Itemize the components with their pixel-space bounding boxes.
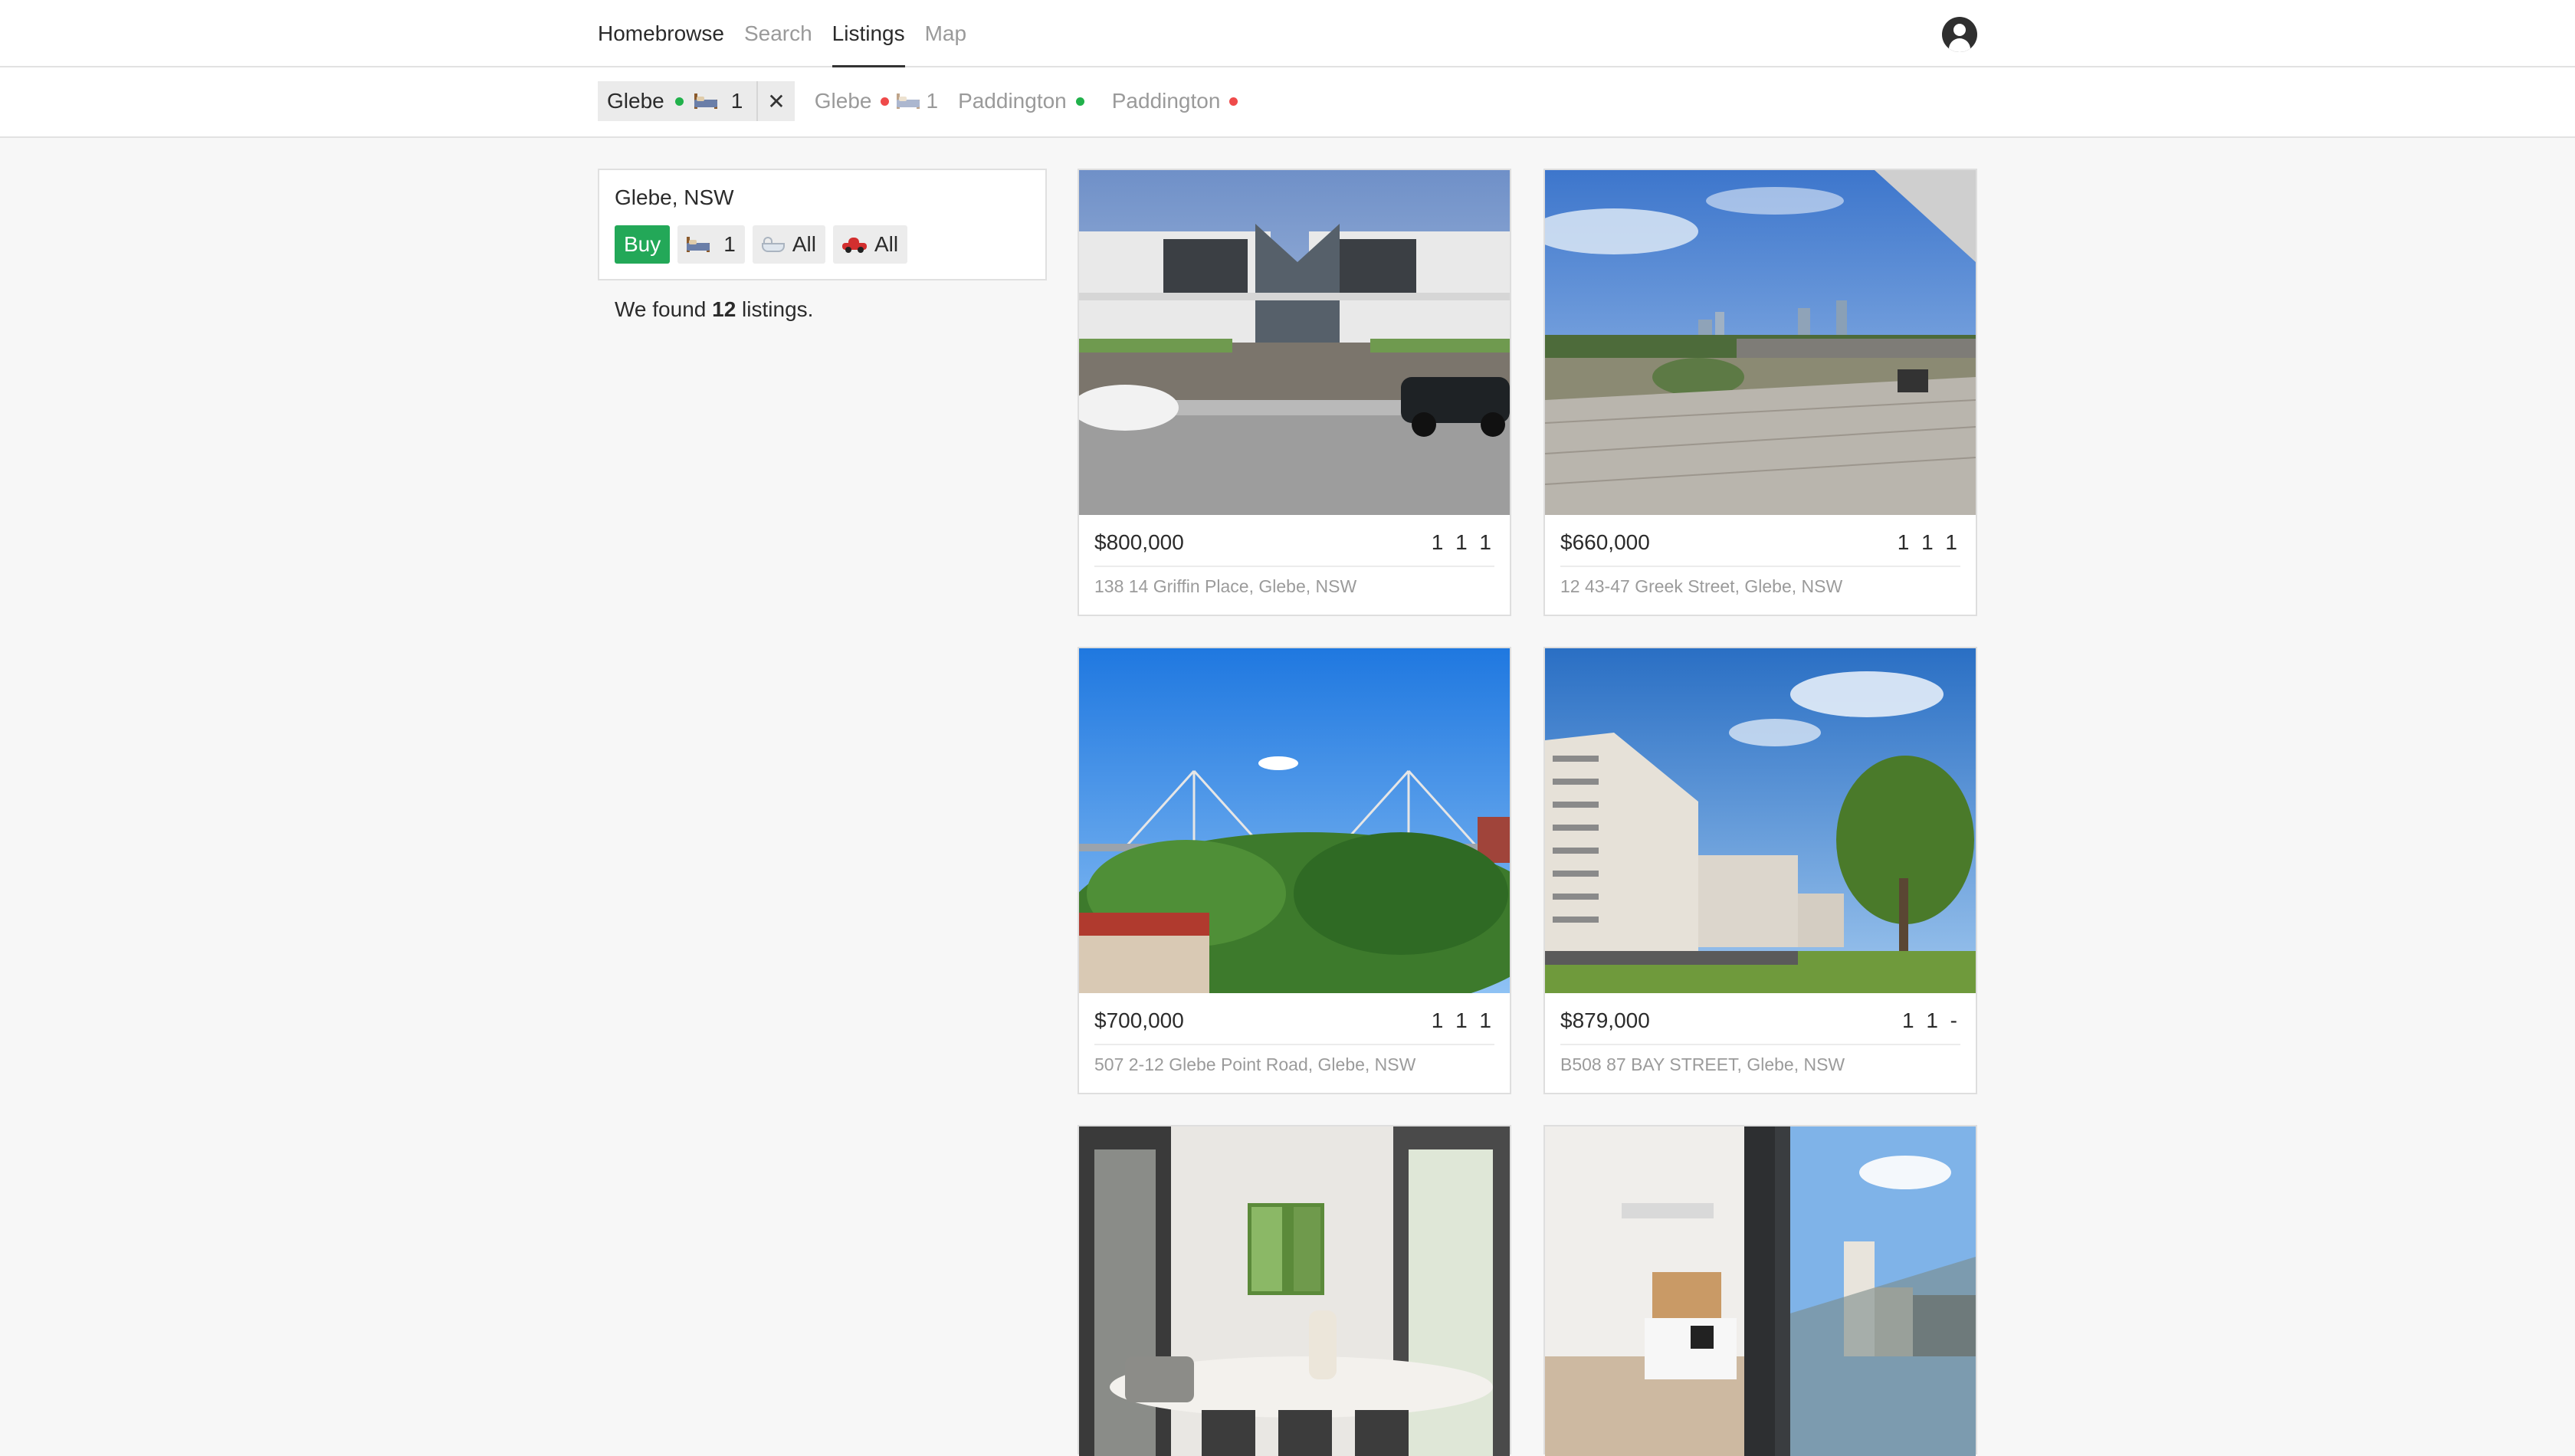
results-count-text: We found 12 listings.	[615, 297, 814, 321]
status-dot-red-icon	[881, 97, 890, 106]
search-tab-paddington-buy[interactable]: Paddington	[958, 81, 1092, 121]
cars-value: All	[874, 232, 899, 256]
listing-specs: 1 1 1	[1431, 1008, 1494, 1032]
listing-specs: 1 1 -	[1901, 1008, 1960, 1032]
nav-map[interactable]: Map	[925, 0, 966, 67]
status-dot-green-icon	[1075, 97, 1084, 106]
listing-card[interactable]: $700,000 1 1 1 507 2-12 Glebe Point Road…	[1078, 647, 1511, 1094]
listing-card[interactable]	[1543, 1125, 1977, 1456]
nav-search[interactable]: Search	[744, 0, 812, 67]
status-dot-green-icon	[674, 97, 684, 106]
bathtub-icon	[761, 235, 785, 254]
listing-price: $800,000	[1094, 530, 1184, 554]
search-filters: Buy 1 All All	[615, 225, 908, 264]
user-avatar-icon[interactable]	[1942, 17, 1977, 52]
status-dot-red-icon	[1229, 97, 1238, 106]
listing-card[interactable]: $660,000 1 1 1 12 43-47 Greek Street, Gl…	[1543, 169, 1977, 616]
close-tab-icon[interactable]: ✕	[756, 81, 786, 121]
tab-label: Glebe	[607, 89, 664, 113]
search-summary-card[interactable]: Glebe, NSW Buy 1 All All	[598, 169, 1047, 280]
brand-link[interactable]: Homebrowse	[598, 0, 724, 67]
baths-value: All	[792, 232, 816, 256]
bed-icon	[694, 93, 717, 109]
search-tab-paddington-rent[interactable]: Paddington	[1112, 81, 1246, 121]
listing-photo-rooftop-deck	[1545, 170, 1976, 515]
listing-price: $660,000	[1560, 530, 1650, 554]
baths-filter-chip[interactable]: All	[752, 225, 825, 264]
tab-beds: 1	[926, 89, 939, 113]
tab-beds: 1	[730, 89, 743, 113]
nav-listings[interactable]: Listings	[832, 0, 905, 68]
top-navbar: Homebrowse Search Listings Map	[0, 0, 2575, 68]
bed-icon	[897, 93, 920, 109]
listing-specs: 1 1 1	[1431, 530, 1494, 554]
search-tab-glebe-rent[interactable]: Glebe 1	[815, 81, 938, 121]
beds-value: 1	[723, 232, 736, 256]
listing-photo-townhouses	[1079, 170, 1510, 515]
bed-icon	[687, 237, 710, 252]
listing-photo-apartment-complex	[1545, 648, 1976, 993]
listing-address: 507 2-12 Glebe Point Road, Glebe, NSW	[1094, 1054, 1416, 1074]
cars-filter-chip[interactable]: All	[832, 225, 908, 264]
listing-address: 12 43-47 Greek Street, Glebe, NSW	[1560, 576, 1843, 596]
listing-card[interactable]: $879,000 1 1 - B508 87 BAY STREET, Glebe…	[1543, 647, 1977, 1094]
listing-price: $700,000	[1094, 1008, 1184, 1032]
tab-label: Glebe	[814, 89, 872, 113]
listing-specs: 1 1 1	[1897, 530, 1960, 554]
listing-photo-apartment-balcony	[1545, 1126, 1976, 1456]
listing-photo-bridge	[1079, 648, 1510, 993]
search-tabs-bar: Glebe 1 ✕ Glebe 1 Paddington Paddington	[0, 67, 2575, 138]
car-icon	[841, 236, 867, 253]
listing-card[interactable]	[1078, 1125, 1511, 1456]
listing-address: B508 87 BAY STREET, Glebe, NSW	[1560, 1054, 1845, 1074]
beds-filter-chip[interactable]: 1	[677, 225, 745, 264]
listing-price: $879,000	[1560, 1008, 1650, 1032]
search-location: Glebe, NSW	[615, 185, 734, 209]
listing-photo-dining-room	[1079, 1126, 1510, 1456]
tab-label: Paddington	[958, 89, 1067, 113]
listing-card[interactable]: $800,000 1 1 1 138 14 Griffin Place, Gle…	[1078, 169, 1511, 616]
main-nav: Homebrowse Search Listings Map	[598, 0, 966, 68]
buy-mode-chip[interactable]: Buy	[615, 225, 671, 264]
search-tab-glebe-buy[interactable]: Glebe 1 ✕	[598, 81, 795, 121]
listing-address: 138 14 Griffin Place, Glebe, NSW	[1094, 576, 1357, 596]
tab-label: Paddington	[1111, 89, 1221, 113]
results-count: 12	[712, 297, 736, 321]
